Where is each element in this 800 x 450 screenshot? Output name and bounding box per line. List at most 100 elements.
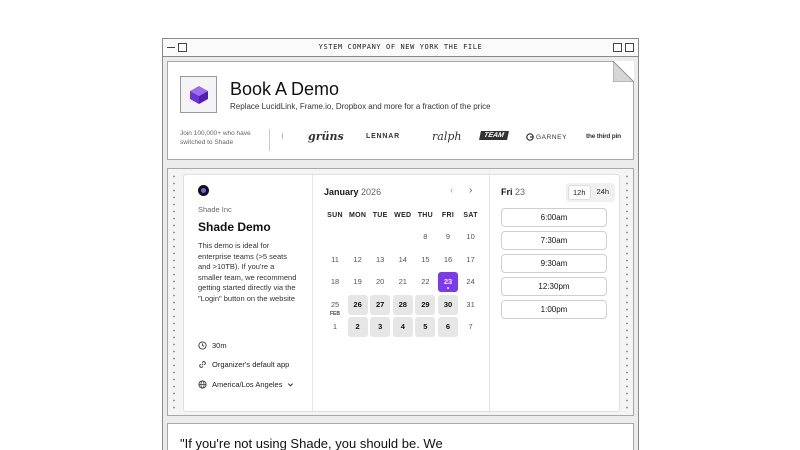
- calendar-month-label: January 2026: [324, 187, 381, 197]
- calendar-day-number: 16: [443, 254, 453, 264]
- calendar-day-number: 3: [378, 322, 383, 332]
- page-title: Book A Demo: [230, 79, 340, 99]
- format-24h-button[interactable]: 24h: [593, 185, 614, 200]
- calendar-day[interactable]: 5: [415, 317, 436, 338]
- calendar-day: 16: [438, 250, 458, 270]
- event-info: Shade Inc Shade Demo This demo is ideal …: [184, 175, 313, 411]
- calendar-day: 12: [348, 250, 368, 270]
- calendar-day: 24: [461, 272, 481, 292]
- calendar-day-number: 22: [421, 277, 430, 287]
- calendar-day-selected[interactable]: 23: [438, 272, 458, 293]
- calendar-day[interactable]: 3: [370, 317, 391, 338]
- time-slot-button[interactable]: 1:00pm: [501, 300, 607, 319]
- customer-logo-ralph: ralph: [432, 130, 462, 143]
- calendar-day[interactable]: 29: [415, 294, 436, 315]
- timezone-selector[interactable]: America/Los Angeles: [198, 380, 294, 389]
- selected-weekday: Fri: [501, 187, 513, 197]
- calendar-day-number: 30: [443, 299, 453, 309]
- selected-day: 23: [515, 187, 526, 197]
- page-subtitle: Replace LucidLink, Frame.io, Dropbox and…: [230, 102, 491, 111]
- calendar-day-number: 11: [331, 254, 339, 264]
- time-slot-button[interactable]: 6:00am: [501, 208, 607, 227]
- weekday-label: THU: [417, 212, 434, 219]
- calendar-day-number: 17: [466, 254, 475, 264]
- time-slot-button[interactable]: 9:30am: [501, 254, 607, 273]
- window-title: YSTEM COMPANY OF NEW YORK THE FILE: [318, 43, 483, 51]
- format-12h-button[interactable]: 12h: [568, 185, 591, 200]
- window-frame: YSTEM COMPANY OF NEW YORK THE FILE Book …: [162, 38, 639, 450]
- selected-date: Fri 23: [501, 187, 525, 197]
- calendar-day: 21: [393, 272, 413, 292]
- calendar-day: 13: [370, 250, 390, 270]
- social-proof-text: Join 100,000+ who have switched to Shade: [180, 130, 251, 146]
- calendar-month-marker: FEB: [330, 311, 340, 318]
- location-label: Organizer's default app: [212, 360, 290, 369]
- calendar-day[interactable]: 27: [370, 294, 391, 315]
- calendar-day-number: 1: [332, 322, 338, 332]
- calendar-day: 8: [415, 227, 435, 247]
- calendar-day-number: 23: [443, 277, 453, 287]
- calendar-day[interactable]: 30: [438, 294, 458, 315]
- chevron-down-icon: [288, 383, 294, 387]
- time-format-toggle: 12h 24h: [566, 183, 616, 202]
- calendar-day[interactable]: 6: [438, 317, 458, 338]
- customer-logos: grüns LENNAR ralph TEAM GARNEY the third…: [308, 130, 630, 146]
- calendar-day: 9: [438, 227, 458, 247]
- header-divider: [269, 129, 270, 151]
- next-month-button[interactable]: ›: [469, 185, 472, 196]
- calendar-day: 31: [461, 295, 481, 315]
- customer-logo-garney: GARNEY: [526, 133, 567, 141]
- weekday-label: SAT: [463, 212, 478, 219]
- calendar-day[interactable]: 26: [347, 294, 368, 315]
- calendar-day[interactable]: 28: [392, 294, 413, 315]
- customer-logo-team: TEAM: [479, 131, 509, 140]
- organizer-avatar: [198, 185, 209, 196]
- booking-widget: Shade Inc Shade Demo This demo is ideal …: [183, 174, 620, 412]
- clock-icon: [198, 341, 207, 350]
- calendar-month: January: [324, 187, 359, 197]
- calendar-day-number: 29: [421, 299, 430, 309]
- calendar-day: 15: [415, 250, 435, 270]
- garney-mark-icon: [526, 133, 534, 141]
- weekday-label: TUE: [372, 212, 388, 219]
- calendar-day-number: 19: [353, 277, 362, 287]
- zoom-box-icon[interactable]: [613, 43, 622, 52]
- time-slot-button[interactable]: 7:30am: [501, 231, 607, 250]
- event-location: Organizer's default app: [198, 360, 289, 369]
- calendar-day[interactable]: 2: [347, 317, 368, 338]
- title-bar-right-controls: [613, 43, 634, 52]
- previous-month-button[interactable]: ‹: [450, 185, 453, 196]
- organizer-name: Shade Inc: [198, 205, 232, 214]
- event-title: Shade Demo: [198, 220, 271, 234]
- calendar-day-number: 9: [445, 232, 451, 241]
- calendar-day-number: 8: [423, 232, 428, 241]
- date-picker: January 2026 ‹ › SUN MON TUE WED THU FRI SAT 8…: [314, 175, 490, 411]
- calendar-day-number: 26: [353, 299, 362, 309]
- calendar-day: 18: [325, 272, 345, 292]
- calendar-day-number: 12: [353, 254, 362, 264]
- calendar-day-number: 10: [466, 232, 475, 241]
- collapse-box-icon[interactable]: [625, 43, 634, 52]
- time-slot-button[interactable]: 12:30pm: [501, 277, 607, 296]
- header-card: Book A Demo Replace LucidLink, Frame.io,…: [167, 61, 634, 160]
- calendar-year: 2026: [361, 187, 382, 197]
- dotted-border-left: [171, 173, 177, 411]
- customer-logo-lennar: LENNAR: [366, 133, 400, 140]
- calendar-day: 14: [393, 250, 413, 270]
- testimonial-card: "If you're not using Shade, you should b…: [167, 423, 634, 450]
- calendar-day-number: 15: [421, 254, 430, 264]
- weekday-label: MON: [348, 212, 367, 219]
- carousel-tick: [282, 133, 283, 139]
- link-icon: [199, 361, 206, 368]
- calendar-day[interactable]: 4: [392, 317, 413, 338]
- title-bar: YSTEM COMPANY OF NEW YORK THE FILE: [163, 39, 638, 57]
- calendar-day-number: 18: [330, 277, 340, 287]
- calendar-day-number: 6: [445, 322, 451, 332]
- timezone-label: America/Los Angeles: [212, 380, 283, 389]
- calendar-day: 20: [370, 272, 390, 292]
- customer-logo-third-pin: the third pin: [586, 133, 621, 140]
- calendar-day-number: 27: [376, 299, 385, 309]
- customer-logo-gruns: grüns: [308, 130, 344, 143]
- calendar-day-number: 14: [398, 254, 407, 264]
- calendar-day-number: 2: [355, 322, 360, 332]
